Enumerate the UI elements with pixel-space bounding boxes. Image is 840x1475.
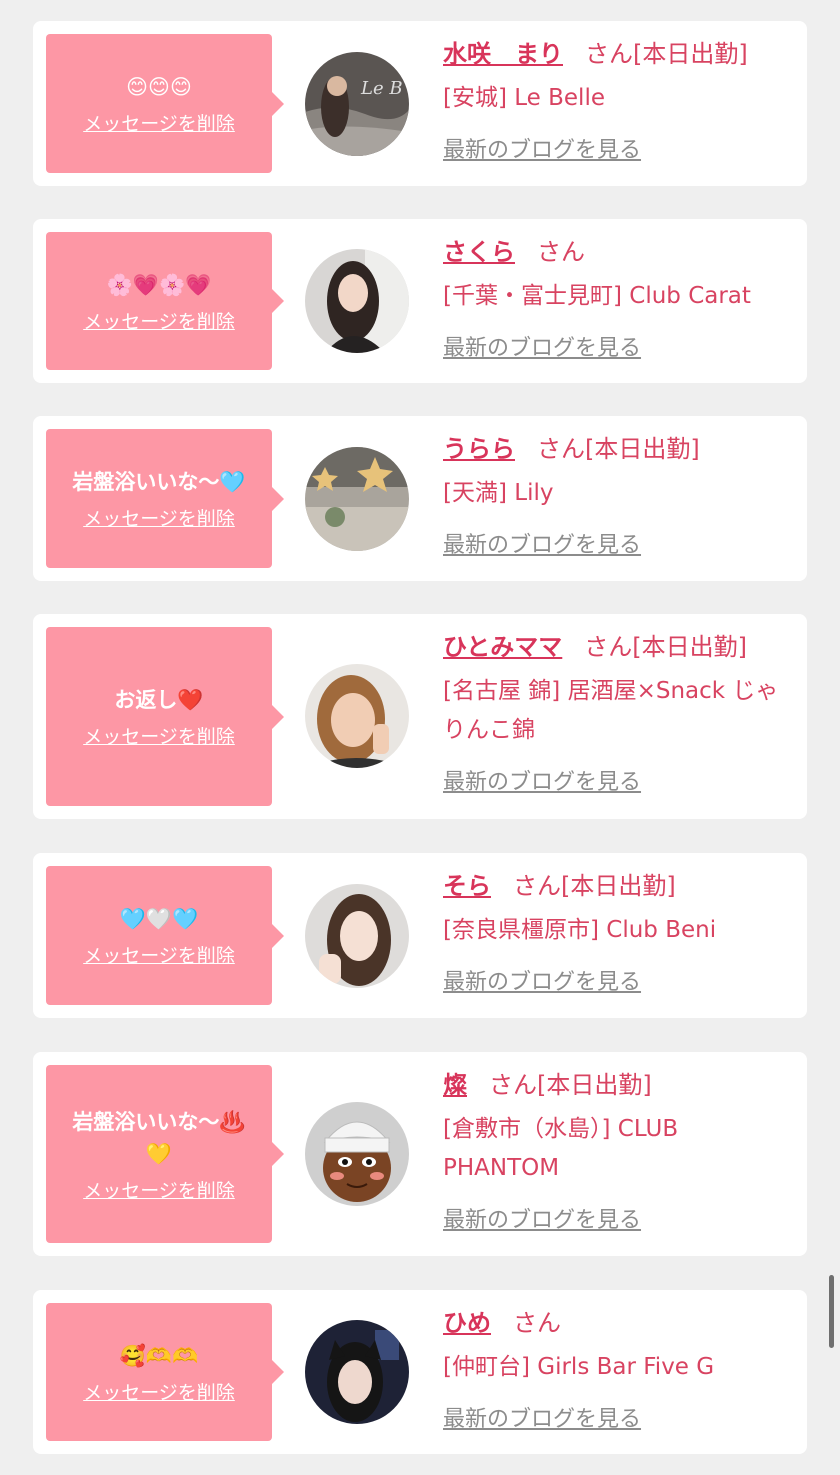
avatar[interactable] (305, 1320, 409, 1424)
cast-name-link[interactable]: ひとみママ (443, 633, 562, 661)
avatar[interactable] (305, 884, 409, 988)
shop-label: [仲町台] Girls Bar Five G (443, 1354, 715, 1380)
message-card: 岩盤浴いいな〜🩵 メッセージを削除 うらら さん[本日出勤] [天満] Lily … (33, 416, 807, 581)
cast-name-link[interactable]: さくら (443, 238, 515, 266)
honorific: さん (513, 872, 561, 900)
cast-name-link[interactable]: そら (443, 872, 491, 900)
name-line: 燦さん[本日出勤] (443, 1068, 793, 1102)
status-label: [本日出勤] (537, 1071, 652, 1099)
cast-info: そら さん[本日出勤] [奈良県橿原市] Club Beni 最新のブログを見る (443, 869, 793, 996)
cast-info: 水咲 まり さん[本日出勤] [安城] Le Belle 最新のブログを見る (443, 37, 793, 164)
message-bubble: 岩盤浴いいな〜♨️ 💛 メッセージを削除 (46, 1065, 284, 1243)
shop-label: [安城] Le Belle (443, 85, 605, 111)
scrollbar[interactable] (829, 1275, 834, 1348)
delete-message-link[interactable]: メッセージを削除 (83, 722, 235, 749)
message-card: 🌸💗🌸💗 メッセージを削除 さくら さん [千葉・富士見町] Club Carat… (33, 219, 807, 383)
avatar[interactable] (305, 664, 409, 768)
message-bubble: 岩盤浴いいな〜🩵 メッセージを削除 (46, 429, 284, 568)
latest-blog-link[interactable]: 最新のブログを見る (443, 764, 641, 796)
cast-name-link[interactable]: うらら (443, 435, 515, 463)
message-text: 🌸💗🌸💗 (106, 272, 212, 297)
status-label: [本日出勤] (561, 872, 676, 900)
message-bubble: 🥰🫶🫶 メッセージを削除 (46, 1303, 284, 1441)
shop-label: [天満] Lily (443, 480, 554, 506)
delete-message-link[interactable]: メッセージを削除 (83, 109, 235, 136)
latest-blog-link[interactable]: 最新のブログを見る (443, 1202, 641, 1234)
message-bubble: 🌸💗🌸💗 メッセージを削除 (46, 232, 284, 370)
honorific: さん (513, 1309, 561, 1337)
delete-message-link[interactable]: メッセージを削除 (83, 307, 235, 334)
latest-blog-link[interactable]: 最新のブログを見る (443, 330, 641, 362)
avatar[interactable] (305, 1102, 409, 1206)
message-text: お返し❤️ (114, 688, 204, 712)
message-text: 🩵🤍🩵 (119, 907, 199, 931)
honorific: さん (584, 633, 633, 661)
delete-message-link[interactable]: メッセージを削除 (83, 941, 235, 968)
status-label: [本日出勤] (632, 633, 748, 661)
honorific: さん (585, 40, 633, 68)
name-line: うらら さん[本日出勤] (443, 432, 793, 466)
delete-message-link[interactable]: メッセージを削除 (83, 504, 235, 531)
honorific: さん (537, 238, 585, 266)
cast-name-link[interactable]: 燦 (443, 1071, 467, 1099)
message-card: 😊😊😊 メッセージを削除 Le B 水咲 まり さん[本日出勤] [安城] Le … (33, 21, 807, 186)
latest-blog-link[interactable]: 最新のブログを見る (443, 527, 641, 559)
name-line: ひめ さん (443, 1306, 793, 1340)
message-text: 岩盤浴いいな〜🩵 (72, 470, 246, 494)
latest-blog-link[interactable]: 最新のブログを見る (443, 132, 641, 164)
cast-info: さくら さん [千葉・富士見町] Club Carat 最新のブログを見る (443, 235, 793, 362)
delete-message-link[interactable]: メッセージを削除 (83, 1176, 235, 1203)
message-text: 😊😊😊 (126, 75, 192, 99)
svg-text:Le B: Le B (360, 78, 403, 99)
name-line: そら さん[本日出勤] (443, 869, 793, 903)
cast-name-link[interactable]: ひめ (443, 1309, 491, 1337)
shop-label: [奈良県橿原市] Club Beni (443, 917, 717, 943)
cast-info: ひとみママ さん[本日出勤] [名古屋 錦] 居酒屋×Snack じゃりんこ錦 最… (443, 630, 793, 796)
cast-info: ひめ さん [仲町台] Girls Bar Five G 最新のブログを見る (443, 1306, 793, 1433)
avatar[interactable] (305, 249, 409, 353)
shop-label: [千葉・富士見町] Club Carat (443, 283, 751, 309)
name-line: 水咲 まり さん[本日出勤] (443, 37, 793, 71)
cast-info: うらら さん[本日出勤] [天満] Lily 最新のブログを見る (443, 432, 793, 559)
status-label: [本日出勤] (633, 40, 748, 68)
status-label: [本日出勤] (585, 435, 700, 463)
shop-label: [名古屋 錦] 居酒屋×Snack じゃりんこ錦 (443, 678, 779, 743)
honorific: さん (489, 1071, 537, 1099)
cast-name-link[interactable]: 水咲 まり (443, 40, 563, 68)
name-line: ひとみママ さん[本日出勤] (443, 630, 793, 664)
message-card: 🥰🫶🫶 メッセージを削除 ひめ さん [仲町台] Girls Bar Five G… (33, 1290, 807, 1454)
name-line: さくら さん (443, 235, 793, 269)
honorific: さん (537, 435, 585, 463)
cast-info: 燦さん[本日出勤] [倉敷市（水島）] CLUB PHANTOM 最新のブログを… (443, 1068, 793, 1234)
message-card: 🩵🤍🩵 メッセージを削除 そら さん[本日出勤] [奈良県橿原市] Club Be… (33, 853, 807, 1018)
message-card: お返し❤️ メッセージを削除 ひとみママ さん[本日出勤] [名古屋 錦] 居酒屋… (33, 614, 807, 819)
latest-blog-link[interactable]: 最新のブログを見る (443, 964, 641, 996)
message-bubble: 😊😊😊 メッセージを削除 (46, 34, 284, 173)
avatar[interactable] (305, 447, 409, 551)
avatar[interactable]: Le B (305, 52, 409, 156)
message-text: 岩盤浴いいな〜♨️ 💛 (72, 1109, 246, 1166)
message-bubble: お返し❤️ メッセージを削除 (46, 627, 284, 806)
shop-label: [倉敷市（水島）] CLUB PHANTOM (443, 1116, 679, 1181)
latest-blog-link[interactable]: 最新のブログを見る (443, 1401, 641, 1433)
delete-message-link[interactable]: メッセージを削除 (83, 1378, 235, 1405)
message-text: 🥰🫶🫶 (119, 1343, 199, 1368)
message-card: 岩盤浴いいな〜♨️ 💛 メッセージを削除 燦さん[本日出勤] [倉敷市（水島）]… (33, 1052, 807, 1256)
message-bubble: 🩵🤍🩵 メッセージを削除 (46, 866, 284, 1005)
